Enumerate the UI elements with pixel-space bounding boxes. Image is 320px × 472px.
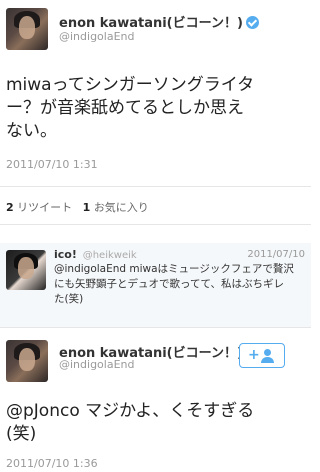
tweet-text: miwaってシンガーソングライタ ー？が音楽舐めてるとしか思え ない。 — [6, 74, 254, 143]
verified-badge-icon — [245, 16, 259, 29]
retweet-count: 2 — [6, 201, 14, 214]
author-name[interactable]: enon kawatani(ビコーン！) — [59, 12, 259, 31]
author-handle[interactable]: @indigolaEnd — [59, 30, 134, 43]
reply-tweet-avatar[interactable] — [6, 340, 48, 382]
favorite-label: お気に入り — [93, 201, 149, 214]
plus-icon: + — [248, 347, 260, 363]
reply-tweet-text-line: @pJonco マジかよ、くそすぎる — [6, 401, 255, 421]
tweet-timestamp[interactable]: 2011/07/10 1:31 — [6, 158, 98, 171]
author-name-text: enon kawatani(ビコーン！) — [59, 16, 243, 31]
reply-tweet-author-handle[interactable]: @indigolaEnd — [59, 358, 134, 371]
divider — [0, 186, 311, 187]
retweet-stat[interactable]: 2 リツイート — [6, 201, 72, 214]
follow-user-icon-body — [261, 357, 274, 363]
retweet-label: リツイート — [17, 201, 73, 214]
reply-tweet-text: @pJonco マジかよ、くそすぎる (笑) — [6, 400, 254, 446]
favorite-count: 1 — [82, 201, 91, 214]
reply-author[interactable]: ico! @heikweik — [54, 248, 137, 261]
reply-date: 2011/07/10 — [247, 249, 305, 260]
follow-user-icon — [264, 349, 271, 356]
divider — [0, 224, 311, 225]
reply-text: @indigolaEnd miwaはミュージックフェアで贅沢にも矢野顕子とデュオ… — [54, 263, 294, 305]
reply-tweet-text-line: (笑) — [6, 424, 37, 444]
reply-author-avatar[interactable] — [6, 250, 46, 290]
tweet-stats: 2 リツイート 1 お気に入り — [6, 199, 149, 215]
follow-button[interactable]: + — [239, 343, 285, 368]
reply-author-name: ico! — [54, 248, 77, 261]
tweet-text-line: ー？が音楽舐めてるとしか思え — [6, 98, 244, 118]
reply-tweet-timestamp[interactable]: 2011/07/10 1:36 — [6, 457, 98, 470]
favorite-stat[interactable]: 1 お気に入り — [83, 201, 149, 214]
tweet-text-line: miwaってシンガーソングライタ — [6, 75, 255, 95]
author-avatar[interactable] — [6, 8, 48, 50]
divider — [0, 327, 311, 328]
reply-author-handle: @heikweik — [82, 250, 137, 261]
tweet-text-line: ない。 — [6, 121, 57, 141]
